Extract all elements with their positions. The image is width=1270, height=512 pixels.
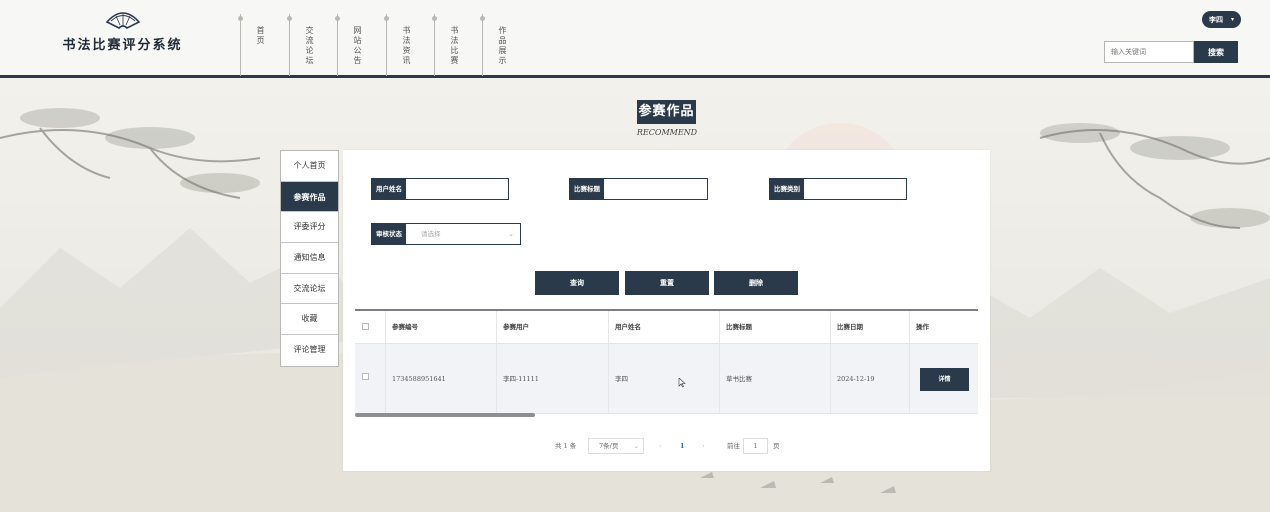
- side-item-favorites[interactable]: 收藏: [281, 304, 338, 336]
- cell-match-date: 2024-12-19: [831, 344, 910, 413]
- select-all-checkbox[interactable]: [362, 323, 369, 330]
- review-status-label: 审核状态: [372, 224, 406, 244]
- nav-item-label: 书法资讯: [402, 26, 411, 66]
- fan-logo-icon: [105, 12, 140, 29]
- match-title-filter[interactable]: 比赛标题: [569, 178, 708, 200]
- nav-item-competitions[interactable]: 书法比赛: [432, 14, 474, 76]
- site-title: 书法比赛评分系统: [62, 38, 183, 53]
- entries-table: 参赛编号 参赛用户 用户姓名 比赛标题 比赛日期 操作 173458895164…: [355, 309, 978, 417]
- side-item-forum[interactable]: 交流论坛: [281, 274, 338, 305]
- match-category-filter[interactable]: 比赛类别: [769, 178, 907, 200]
- column-header: 操作: [916, 323, 929, 331]
- top-header: 书法比赛评分系统 首页 交流论坛 网站公告 书法资讯 书法比赛 作品展示 李四 …: [0, 0, 1270, 78]
- user-name-filter[interactable]: 用户姓名: [371, 178, 509, 200]
- table-header: 参赛编号 参赛用户 用户姓名 比赛标题 比赛日期 操作: [355, 311, 978, 344]
- side-menu: 个人首页 参赛作品 评委评分 通知信息 交流论坛 收藏 评论管理: [280, 150, 339, 367]
- detail-button[interactable]: 详情: [920, 368, 969, 391]
- delete-button[interactable]: 删除: [714, 271, 798, 295]
- nav-item-news[interactable]: 书法资讯: [384, 14, 426, 76]
- chevron-down-icon: ⌄: [508, 230, 514, 238]
- column-header[interactable]: 用户姓名: [609, 311, 720, 343]
- cell-user-name: 李四: [609, 344, 720, 413]
- nav-item-label: 交流论坛: [305, 26, 314, 66]
- prev-page-icon[interactable]: ‹: [659, 438, 662, 454]
- page-subtitle: RECOMMEND: [636, 128, 698, 137]
- match-title-filter-label: 比赛标题: [570, 179, 604, 199]
- row-checkbox-cell: [355, 344, 386, 413]
- nav-item-label: 作品展示: [498, 26, 507, 66]
- pagination: 共 1 条 7条/页 ⌄ ‹ 1 › 前往 1 页: [343, 438, 990, 454]
- review-status-placeholder: 请选择: [421, 230, 441, 238]
- column-header[interactable]: 比赛日期: [831, 311, 910, 343]
- column-header[interactable]: 比赛标题: [720, 311, 831, 343]
- nav-item-home[interactable]: 首页: [238, 14, 280, 76]
- column-header[interactable]: 参赛编号: [386, 311, 497, 343]
- nav-item-announcements[interactable]: 网站公告: [335, 14, 377, 76]
- side-item-entries[interactable]: 参赛作品: [281, 181, 338, 213]
- goto-label: 前往: [727, 442, 740, 450]
- page-number-current[interactable]: 1: [680, 438, 685, 454]
- chevron-down-icon: ▾: [1230, 16, 1234, 23]
- reset-button[interactable]: 重置: [625, 271, 709, 295]
- user-name: 李四: [1209, 15, 1223, 24]
- side-item-notifications[interactable]: 通知信息: [281, 243, 338, 274]
- entries-panel: 用户姓名 比赛标题 比赛类别 审核状态 请选择 ⌄ 查询 重置 删除 参赛编号 …: [343, 150, 990, 471]
- cell-actions: 详情: [910, 344, 978, 413]
- page-size-value: 7条/页: [599, 442, 619, 450]
- query-button[interactable]: 查询: [535, 271, 619, 295]
- page-title: 参赛作品: [637, 100, 696, 124]
- nav-item-works[interactable]: 作品展示: [480, 14, 522, 76]
- column-header[interactable]: 参赛用户: [497, 311, 609, 343]
- match-category-filter-label: 比赛类别: [770, 179, 804, 199]
- nav-item-label: 书法比赛: [450, 26, 459, 66]
- table-row[interactable]: 1734588951641 李四-11111 李四 草书比赛 2024-12-1…: [355, 344, 978, 414]
- site-logo[interactable]: 书法比赛评分系统: [60, 8, 185, 53]
- cell-entry-id: 1734588951641: [386, 344, 497, 413]
- header-checkbox-cell: [355, 311, 386, 343]
- cell-match-title: 草书比赛: [720, 344, 831, 413]
- nav-item-label: 首页: [256, 26, 265, 46]
- row-checkbox[interactable]: [362, 373, 369, 380]
- mouse-pointer-icon: [678, 378, 686, 388]
- page-size-select[interactable]: 7条/页 ⌄: [588, 438, 644, 454]
- goto-page-input[interactable]: 1: [743, 438, 768, 454]
- next-page-icon[interactable]: ›: [702, 438, 705, 454]
- user-menu-button[interactable]: 李四 ▾: [1202, 11, 1241, 28]
- side-item-profile[interactable]: 个人首页: [281, 151, 338, 182]
- search-input[interactable]: [1104, 41, 1194, 63]
- review-status-select[interactable]: 审核状态 请选择 ⌄: [371, 223, 521, 245]
- table-horizontal-scrollbar[interactable]: [355, 413, 535, 417]
- pagination-total: 共 1 条: [555, 442, 577, 450]
- nav-item-label: 网站公告: [353, 26, 362, 66]
- cell-entry-user: 李四-11111: [497, 344, 609, 413]
- side-item-comments[interactable]: 评论管理: [281, 335, 338, 366]
- nav-item-forum[interactable]: 交流论坛: [287, 14, 329, 76]
- page-suffix: 页: [773, 442, 780, 450]
- search-button[interactable]: 搜索: [1194, 41, 1238, 63]
- side-item-judge-scores[interactable]: 评委评分: [281, 212, 338, 244]
- chevron-down-icon: ⌄: [633, 442, 639, 450]
- user-name-filter-label: 用户姓名: [372, 179, 406, 199]
